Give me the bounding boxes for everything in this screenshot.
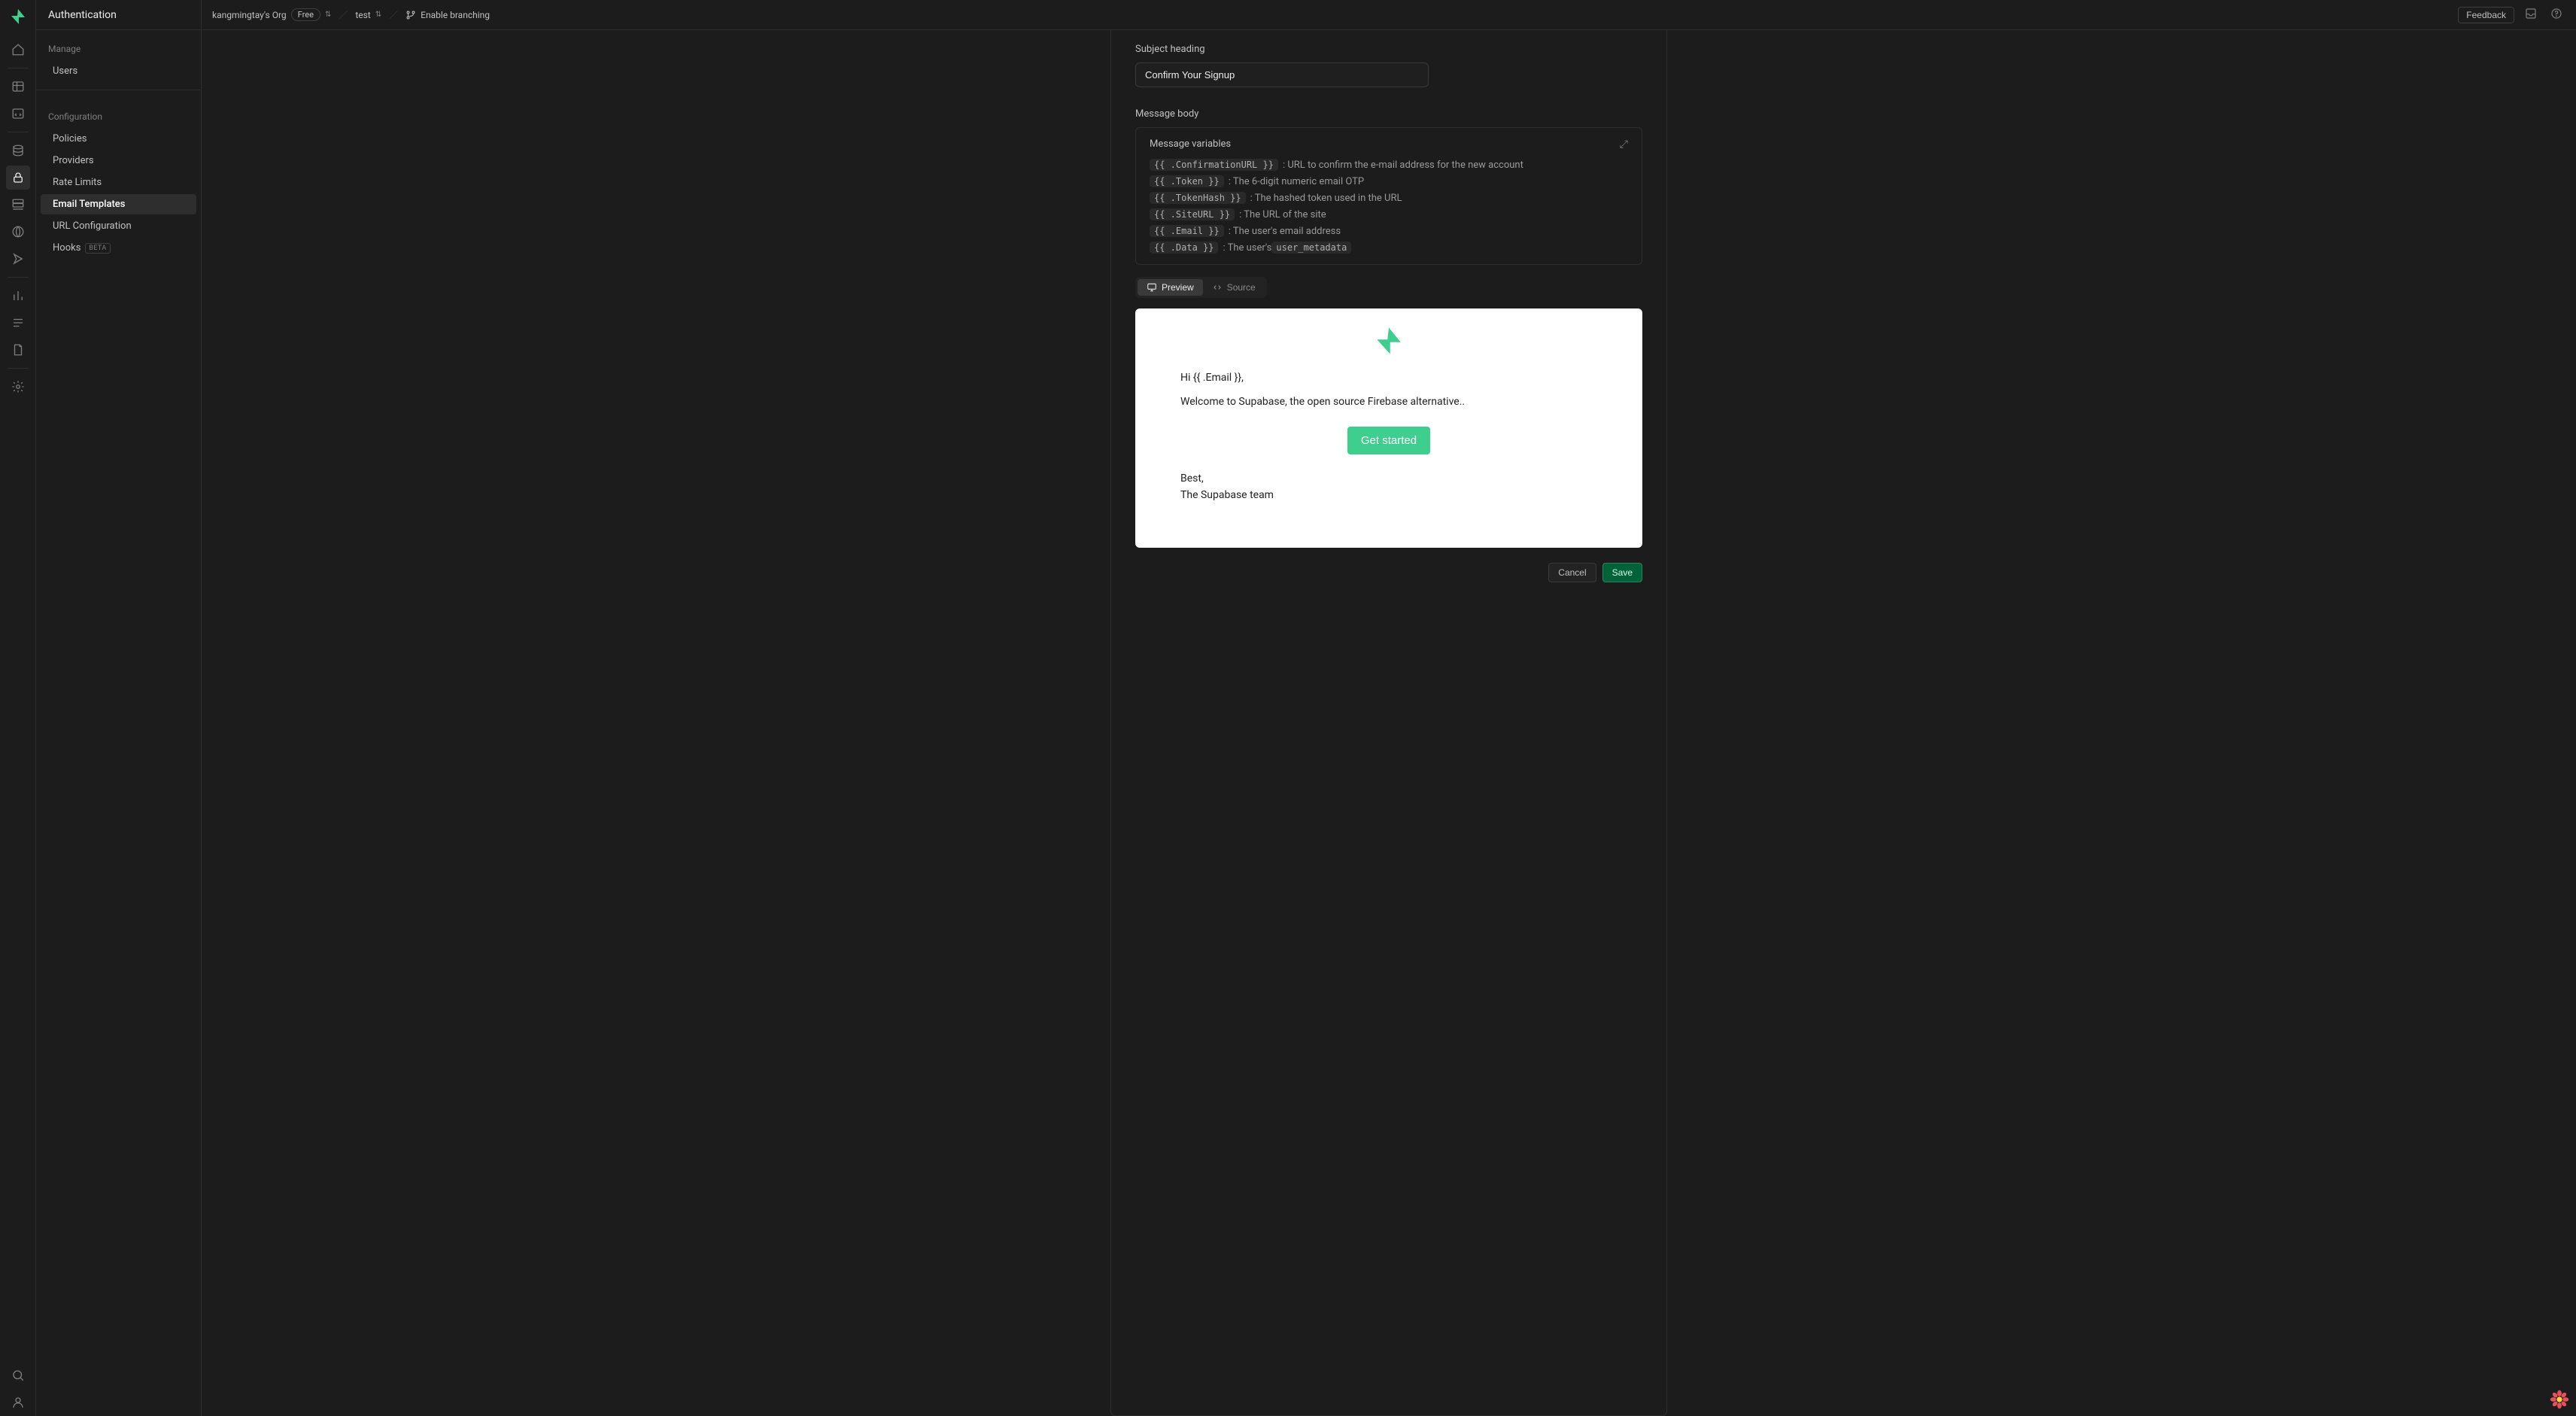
message-variables-box: ⤢ Message variables {{ .ConfirmationURL … [1135, 127, 1642, 265]
var-desc: : URL to confirm the e-mail address for … [1283, 160, 1523, 171]
subject-label: Subject heading [1135, 44, 1642, 55]
rail-home-icon[interactable] [6, 38, 30, 62]
tab-preview[interactable]: Preview [1138, 279, 1203, 296]
tab-label: Source [1227, 282, 1256, 293]
var-desc: : The user's email address [1229, 226, 1341, 237]
var-token: {{ .ConfirmationURL }} [1150, 159, 1278, 171]
cancel-button[interactable]: Cancel [1548, 563, 1596, 582]
email-preview: Hi {{ .Email }}, Welcome to Supabase, th… [1135, 308, 1642, 548]
email-template-panel: Subject heading Message body ⤢ Message v… [1110, 30, 1667, 1416]
nav-item-label: Policies [53, 133, 87, 144]
breadcrumb-project[interactable]: test ⇅ [355, 10, 381, 20]
supabase-logo-icon[interactable] [9, 8, 27, 26]
body-label: Message body [1135, 108, 1642, 120]
var-row: {{ .Data }} : The user's user_metadata [1150, 242, 1628, 254]
preview-source-tabs: Preview Source [1135, 277, 1267, 298]
collapse-icon[interactable]: ⤢ [1620, 138, 1628, 150]
icon-rail [0, 0, 36, 1416]
rail-auth-icon[interactable] [6, 166, 30, 190]
nav-item-url-configuration[interactable]: URL Configuration [41, 216, 196, 236]
beta-badge: BETA [85, 243, 110, 254]
vars-title: Message variables [1150, 138, 1628, 150]
get-started-button[interactable]: Get started [1347, 427, 1430, 454]
nav-section-manage: Manage [36, 30, 201, 60]
nav-item-email-templates[interactable]: Email Templates [41, 194, 196, 214]
rail-reports-icon[interactable] [6, 284, 30, 308]
rail-user-icon[interactable] [6, 1390, 30, 1414]
breadcrumb-separator: ／ [389, 8, 398, 21]
chevron-updown-icon: ⇅ [325, 11, 331, 19]
project-name: test [355, 10, 370, 20]
var-row: {{ .TokenHash }} : The hashed token used… [1150, 192, 1628, 204]
var-row: {{ .ConfirmationURL }} : URL to confirm … [1150, 159, 1628, 171]
var-row: {{ .SiteURL }} : The URL of the site [1150, 208, 1628, 220]
nav-item-policies[interactable]: Policies [41, 129, 196, 149]
side-nav: Authentication Manage Users Configuratio… [36, 0, 202, 1416]
enable-branching-label: Enable branching [421, 10, 490, 20]
rail-storage-icon[interactable] [6, 193, 30, 217]
var-token: {{ .Email }} [1150, 225, 1224, 237]
email-greeting: Hi {{ .Email }}, [1180, 370, 1597, 385]
nav-item-label: Email Templates [53, 199, 125, 210]
email-intro: Welcome to Supabase, the open source Fir… [1180, 394, 1597, 409]
rail-realtime-icon[interactable] [6, 247, 30, 271]
var-code-inline: user_metadata [1271, 242, 1351, 254]
var-desc: : The hashed token used in the URL [1250, 193, 1402, 204]
rail-table-editor-icon[interactable] [6, 74, 30, 99]
var-token: {{ .Data }} [1150, 242, 1218, 254]
nav-item-label: Rate Limits [53, 177, 102, 188]
email-signoff-1: Best, [1180, 471, 1597, 486]
tab-label: Preview [1162, 282, 1194, 293]
page-title: Authentication [36, 0, 201, 30]
var-token: {{ .Token }} [1150, 175, 1224, 187]
var-desc: : The URL of the site [1239, 209, 1326, 220]
feedback-button[interactable]: Feedback [2458, 7, 2514, 23]
devtools-rosette-icon[interactable] [2549, 1389, 2570, 1410]
var-row: {{ .Email }} : The user's email address [1150, 225, 1628, 237]
rail-api-docs-icon[interactable] [6, 338, 30, 362]
var-row: {{ .Token }} : The 6-digit numeric email… [1150, 175, 1628, 187]
topbar: kangmingtay's Org Free ⇅ ／ test ⇅ ／ Enab… [202, 0, 2576, 30]
nav-section-configuration: Configuration [36, 98, 201, 128]
email-logo-icon [1180, 325, 1597, 357]
rail-sql-editor-icon[interactable] [6, 102, 30, 126]
branch-icon [406, 10, 416, 20]
nav-item-label: Hooks [53, 242, 80, 254]
plan-badge: Free [291, 8, 320, 21]
nav-item-label: URL Configuration [53, 220, 132, 232]
nav-item-label: Providers [53, 155, 94, 166]
breadcrumb-separator: ／ [339, 8, 348, 21]
nav-item-label: Users [53, 65, 77, 77]
breadcrumb-org[interactable]: kangmingtay's Org Free ⇅ [212, 8, 331, 21]
nav-item-users[interactable]: Users [41, 61, 196, 81]
help-icon[interactable] [2547, 5, 2565, 25]
nav-item-hooks[interactable]: Hooks BETA [41, 238, 196, 258]
org-name: kangmingtay's Org [212, 10, 287, 20]
chevron-updown-icon: ⇅ [375, 11, 381, 19]
code-icon [1212, 282, 1223, 293]
var-token: {{ .TokenHash }} [1150, 192, 1246, 204]
var-desc: : The user's [1223, 242, 1271, 254]
save-button[interactable]: Save [1602, 563, 1642, 582]
enable-branching-button[interactable]: Enable branching [406, 10, 490, 20]
monitor-icon [1147, 282, 1157, 293]
form-actions: Cancel Save [1135, 563, 1642, 582]
rail-database-icon[interactable] [6, 138, 30, 163]
nav-item-providers[interactable]: Providers [41, 150, 196, 171]
email-signoff-2: The Supabase team [1180, 488, 1597, 503]
rail-search-icon[interactable] [6, 1363, 30, 1387]
rail-edge-functions-icon[interactable] [6, 220, 30, 244]
inbox-icon[interactable] [2522, 5, 2540, 25]
nav-item-rate-limits[interactable]: Rate Limits [41, 172, 196, 193]
var-desc: : The 6-digit numeric email OTP [1229, 176, 1364, 187]
tab-source[interactable]: Source [1203, 279, 1265, 296]
var-token: {{ .SiteURL }} [1150, 208, 1235, 220]
rail-logs-icon[interactable] [6, 311, 30, 335]
subject-input[interactable] [1135, 62, 1429, 87]
rail-settings-icon[interactable] [6, 375, 30, 399]
